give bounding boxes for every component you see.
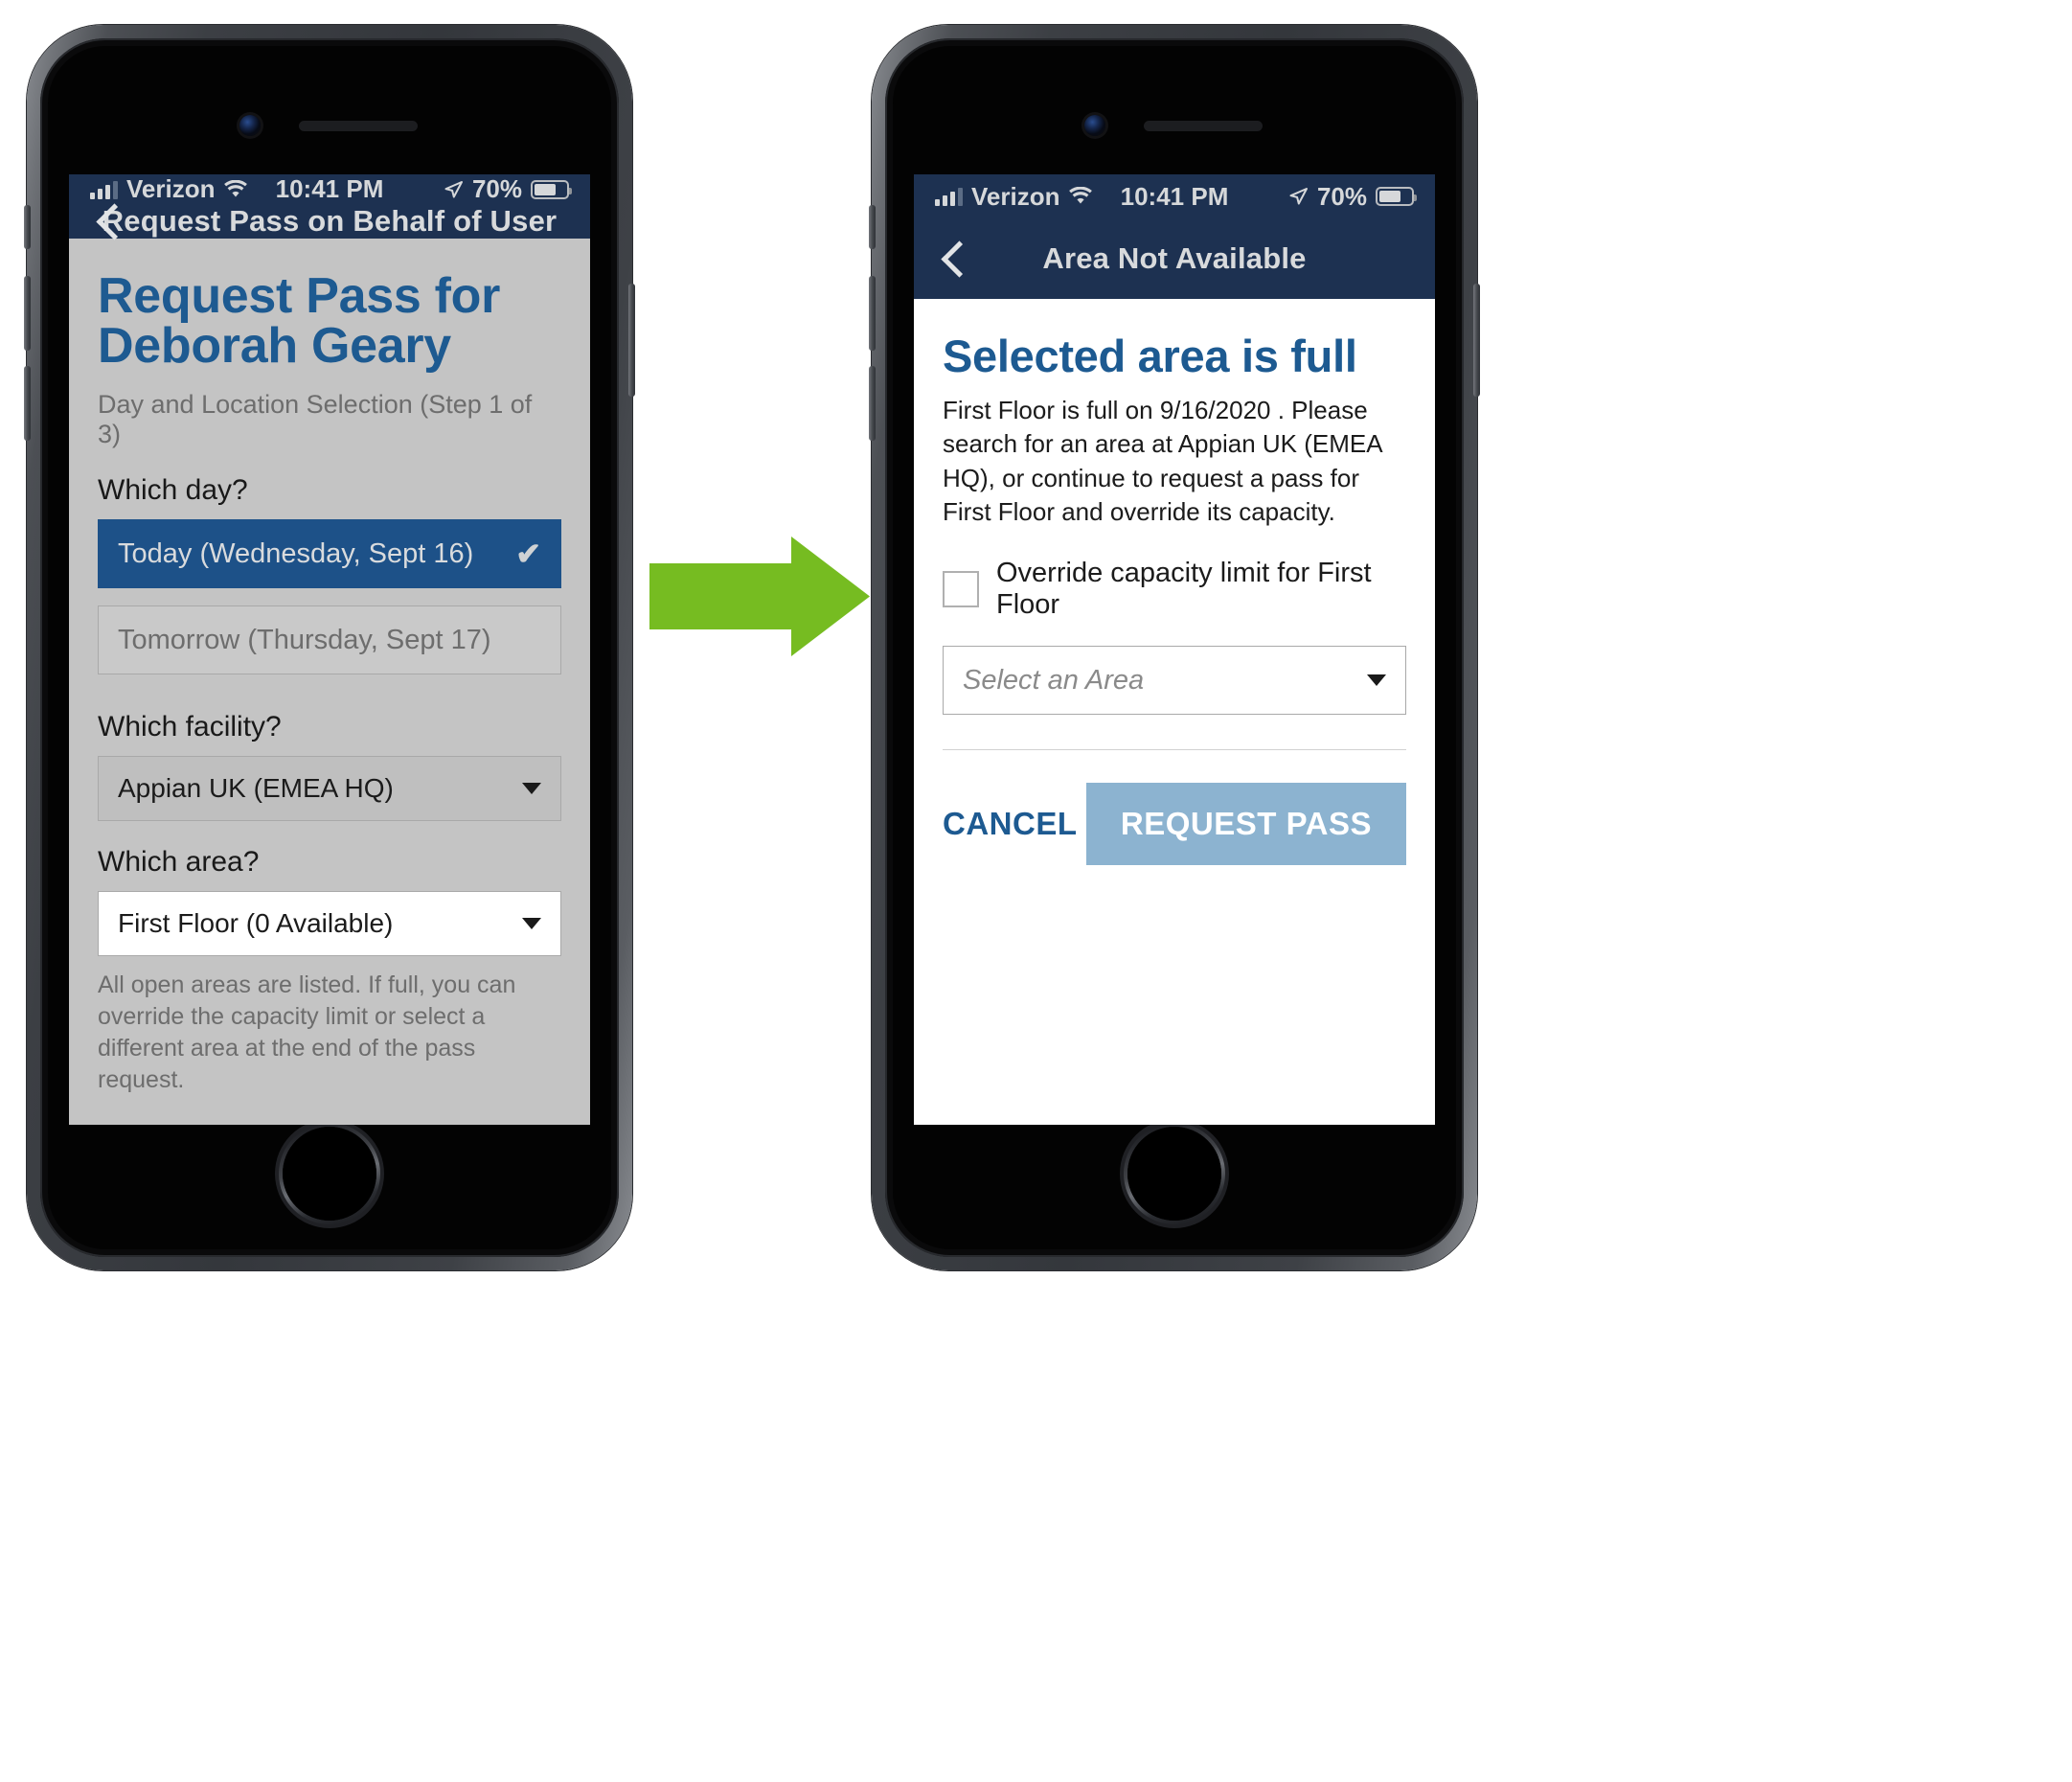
override-capacity-label: Override capacity limit for First Floor (996, 558, 1372, 621)
area-full-message: First Floor is full on 9/16/2020 . Pleas… (943, 396, 1382, 527)
day-option-today-label: Today (Wednesday, Sept 16) (118, 537, 474, 569)
battery-icon (1376, 187, 1418, 206)
battery-icon (531, 179, 573, 199)
earpiece-speaker (1144, 121, 1263, 131)
wifi-icon (1069, 187, 1093, 204)
nav-bar-left: Request Pass on Behalf of User (69, 204, 590, 239)
day-option-tomorrow-label: Tomorrow (Thursday, Sept 17) (118, 624, 491, 655)
power-button[interactable] (1473, 284, 1480, 397)
area-select[interactable]: First Floor (0 Available) (98, 891, 561, 956)
page-title-left: Request Pass for Deborah Geary (98, 268, 501, 374)
caret-down-icon (522, 918, 541, 929)
step-label: Day and Location Selection (Step 1 of 3) (98, 390, 533, 448)
which-area-label: Which area? (98, 846, 260, 878)
screenshot-stage: Verizon 10:41 PM 70% Request Pass on Beh… (0, 0, 2072, 1782)
mute-switch[interactable] (869, 205, 876, 249)
clock-label: 10:41 PM (1120, 181, 1229, 211)
checkmark-icon: ✔ (515, 537, 541, 571)
location-arrow-icon (1289, 188, 1308, 205)
carrier-label: Verizon (971, 181, 1060, 211)
which-day-label: Which day? (98, 474, 248, 506)
battery-percent-label: 70% (471, 174, 523, 203)
override-capacity-checkbox[interactable] (943, 571, 979, 608)
override-capacity-row[interactable]: Override capacity limit for First Floor (943, 558, 1406, 621)
area-select-right-placeholder: Select an Area (963, 664, 1145, 696)
signal-bars-icon (935, 187, 963, 206)
carrier-label: Verizon (126, 174, 216, 203)
nav-bar-right: Area Not Available (914, 218, 1435, 299)
back-button[interactable] (92, 200, 125, 242)
caret-down-icon (1367, 674, 1386, 687)
area-select-right[interactable]: Select an Area (943, 646, 1406, 716)
volume-up-button[interactable] (869, 276, 876, 351)
home-button[interactable] (1124, 1123, 1225, 1224)
screen-left: Verizon 10:41 PM 70% Request Pass on Beh… (69, 174, 590, 1125)
back-button[interactable] (937, 238, 969, 280)
status-bar-left: Verizon 10:41 PM 70% (69, 174, 590, 204)
location-arrow-icon (444, 180, 463, 197)
volume-down-button[interactable] (24, 366, 31, 441)
area-hint-text: All open areas are listed. If full, you … (98, 971, 516, 1093)
clock-label: 10:41 PM (275, 174, 384, 203)
caret-down-icon (522, 783, 541, 794)
phone-left: Verizon 10:41 PM 70% Request Pass on Beh… (24, 25, 635, 1270)
volume-down-button[interactable] (869, 366, 876, 441)
signal-bars-icon (90, 180, 118, 199)
status-bar-right: Verizon 10:41 PM 70% (914, 174, 1435, 218)
cancel-button[interactable]: CANCEL (943, 806, 1078, 842)
request-pass-button[interactable]: REQUEST PASS (1085, 783, 1406, 866)
earpiece-speaker (299, 121, 418, 131)
volume-up-button[interactable] (24, 276, 31, 351)
home-button[interactable] (279, 1123, 380, 1224)
area-select-value: First Floor (0 Available) (118, 908, 394, 938)
front-camera-icon (1084, 115, 1105, 136)
screen-right: Verizon 10:41 PM 70% Area Not Available … (914, 174, 1435, 1125)
facility-select-value: Appian UK (EMEA HQ) (118, 773, 394, 803)
battery-percent-label: 70% (1316, 181, 1368, 211)
content-left: Request Pass for Deborah Geary Day and L… (69, 239, 590, 1125)
footer-divider-right (943, 749, 1406, 751)
wifi-icon (224, 179, 248, 196)
nav-title-right: Area Not Available (1042, 241, 1307, 275)
power-button[interactable] (628, 284, 635, 397)
green-right-arrow (649, 537, 870, 656)
nav-title-left: Request Pass on Behalf of User (102, 204, 558, 238)
day-option-tomorrow[interactable]: Tomorrow (Thursday, Sept 17) (98, 605, 561, 674)
phone-right: Verizon 10:41 PM 70% Area Not Available … (869, 25, 1480, 1270)
day-option-today[interactable]: Today (Wednesday, Sept 16) ✔ (98, 519, 561, 588)
page-title-right: Selected area is full (943, 331, 1357, 381)
footer-actions-right: CANCEL REQUEST PASS (943, 783, 1406, 866)
which-facility-label: Which facility? (98, 711, 282, 742)
mute-switch[interactable] (24, 205, 31, 249)
arrow-shape-icon (649, 537, 870, 656)
front-camera-icon (239, 115, 261, 136)
facility-select[interactable]: Appian UK (EMEA HQ) (98, 756, 561, 821)
content-right: Selected area is full First Floor is ful… (914, 299, 1435, 1125)
